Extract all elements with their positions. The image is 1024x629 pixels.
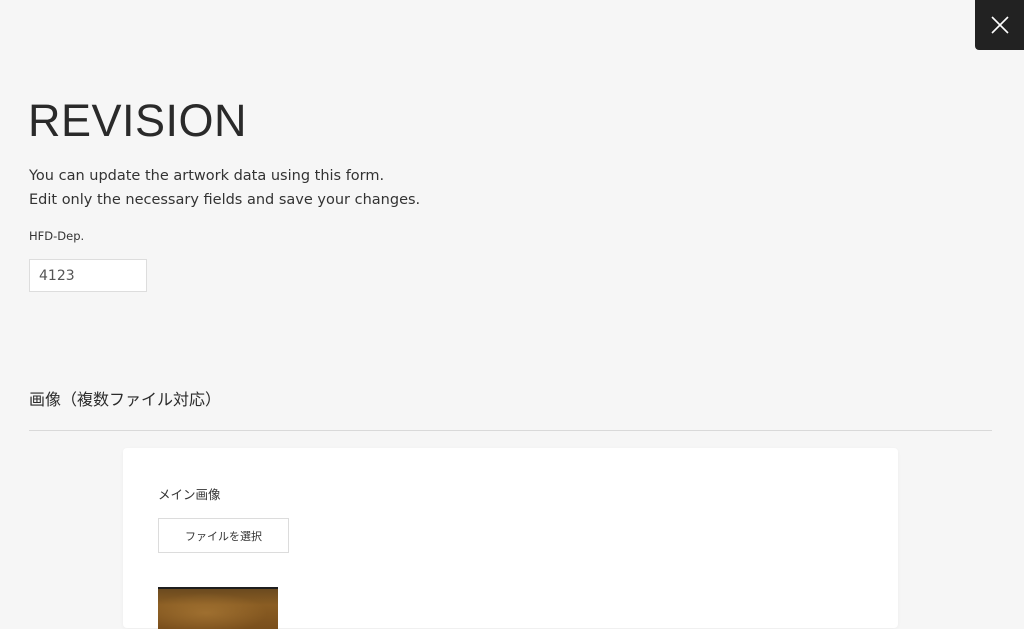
intro-text: You can update the artwork data using th… xyxy=(29,164,420,212)
page-title: REVISION xyxy=(28,95,248,146)
choose-file-button[interactable]: ファイルを選択 xyxy=(158,518,289,553)
main-image-card: メイン画像 ファイルを選択 xyxy=(123,448,898,629)
images-section-title: 画像（複数ファイル対応） xyxy=(29,390,222,409)
intro-line-1: You can update the artwork data using th… xyxy=(29,168,385,184)
main-image-label: メイン画像 xyxy=(158,487,221,502)
image-preview-thumbnail xyxy=(158,587,278,629)
close-icon xyxy=(990,16,1009,34)
intro-line-2: Edit only the necessary fields and save … xyxy=(29,192,421,208)
hfd-dep-label: HFD-Dep. xyxy=(29,229,85,243)
section-divider xyxy=(29,430,992,431)
hfd-dep-input[interactable] xyxy=(29,259,147,292)
close-button[interactable] xyxy=(975,0,1024,50)
